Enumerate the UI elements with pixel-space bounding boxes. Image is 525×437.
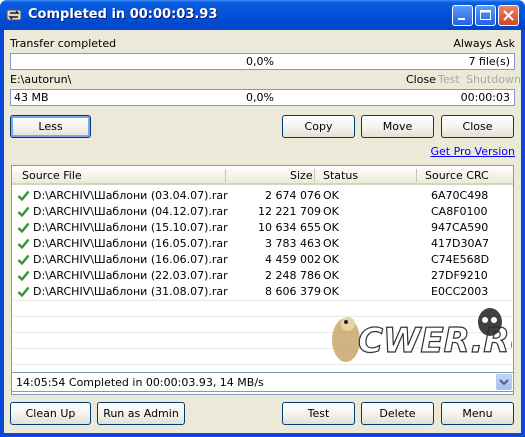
overall-progress-percent: 0,0% bbox=[246, 55, 274, 68]
test-button[interactable]: Test bbox=[282, 402, 355, 425]
title-bar[interactable]: Completed in 00:00:03.93 bbox=[0, 0, 525, 30]
menu-button[interactable]: Menu bbox=[441, 402, 514, 425]
shutdown-when-done-option[interactable]: Shutdown bbox=[466, 73, 521, 86]
minimize-icon bbox=[458, 18, 465, 20]
log-selected-entry: 14:05:54 Completed in 00:00:03.93, 14 MB… bbox=[16, 376, 264, 389]
row-source-file: D:\ARCHIV\Шаблони (16.05.07).rar bbox=[33, 237, 228, 250]
test-when-done-option[interactable]: Test bbox=[438, 73, 460, 86]
row-source-crc: 27DF9210 bbox=[431, 269, 488, 282]
row-status: OK bbox=[323, 205, 339, 218]
row-source-file: D:\ARCHIV\Шаблони (03.04.07).rar bbox=[33, 189, 228, 202]
row-source-file: D:\ARCHIV\Шаблони (04.12.07).rar bbox=[33, 205, 228, 218]
file-progress-percent: 0,0% bbox=[246, 91, 274, 104]
row-size: 8 606 379 bbox=[265, 285, 321, 298]
column-divider[interactable] bbox=[314, 169, 315, 182]
chevron-down-icon bbox=[499, 379, 509, 386]
row-source-crc: 417D30A7 bbox=[431, 237, 489, 250]
table-row[interactable]: D:\ARCHIV\Шаблони (15.10.07).rar 10 634 6… bbox=[12, 220, 513, 236]
move-button[interactable]: Move bbox=[361, 115, 434, 138]
get-pro-version-link[interactable]: Get Pro Version bbox=[431, 145, 516, 158]
row-source-crc: 947CA590 bbox=[431, 221, 489, 234]
copy-button[interactable]: Copy bbox=[282, 115, 355, 138]
dropdown-button[interactable] bbox=[496, 374, 512, 390]
column-size[interactable]: Size bbox=[290, 169, 313, 182]
maximize-button[interactable] bbox=[475, 5, 496, 26]
table-row[interactable]: D:\ARCHIV\Шаблони (04.12.07).rar 12 221 7… bbox=[12, 204, 513, 220]
delete-button[interactable]: Delete bbox=[361, 402, 434, 425]
column-source-crc[interactable]: Source CRC bbox=[425, 169, 489, 182]
column-divider[interactable] bbox=[416, 169, 417, 182]
row-source-file: D:\ARCHIV\Шаблони (16.06.07).rar bbox=[33, 253, 228, 266]
check-icon bbox=[17, 270, 30, 282]
table-row[interactable]: D:\ARCHIV\Шаблони (16.06.07).rar 4 459 00… bbox=[12, 252, 513, 268]
app-window: Completed in 00:00:03.93 Transfer comple… bbox=[0, 0, 525, 437]
row-source-file: D:\ARCHIV\Шаблони (22.03.07).rar bbox=[33, 269, 228, 282]
close-button[interactable]: Close bbox=[441, 115, 514, 138]
close-when-done-option[interactable]: Close bbox=[406, 73, 436, 86]
row-status: OK bbox=[323, 237, 339, 250]
minimize-button[interactable] bbox=[452, 5, 473, 26]
less-button[interactable]: Less bbox=[10, 115, 91, 138]
column-divider[interactable] bbox=[225, 169, 226, 182]
transfer-status-label: Transfer completed bbox=[10, 37, 117, 50]
row-source-file: D:\ARCHIV\Шаблони (15.10.07).rar bbox=[33, 221, 228, 234]
row-status: OK bbox=[323, 189, 339, 202]
maximize-icon bbox=[480, 10, 491, 20]
column-status[interactable]: Status bbox=[323, 169, 358, 182]
row-size: 4 459 002 bbox=[265, 253, 321, 266]
log-dropdown[interactable]: 14:05:54 Completed in 00:00:03.93, 14 MB… bbox=[11, 372, 514, 392]
elapsed-time: 00:00:03 bbox=[460, 91, 510, 104]
close-window-button[interactable] bbox=[498, 5, 519, 26]
table-row[interactable]: D:\ARCHIV\Шаблони (22.03.07).rar 2 248 78… bbox=[12, 268, 513, 284]
transfer-size: 43 MB bbox=[14, 91, 49, 104]
row-source-crc: CA8F0100 bbox=[431, 205, 488, 218]
current-path: E:\autorun\ bbox=[10, 73, 72, 86]
window-title: Completed in 00:00:03.93 bbox=[28, 7, 218, 22]
row-status: OK bbox=[323, 285, 339, 298]
check-icon bbox=[17, 190, 30, 202]
run-as-admin-button[interactable]: Run as Admin bbox=[97, 402, 185, 425]
check-icon bbox=[17, 238, 30, 250]
file-progress-bar: 43 MB 0,0% 00:00:03 bbox=[10, 89, 515, 106]
clean-up-button[interactable]: Clean Up bbox=[10, 402, 91, 425]
cwer-watermark-logo: CWER.RU bbox=[332, 308, 512, 362]
files-count: 7 file(s) bbox=[468, 55, 510, 68]
always-ask-option[interactable]: Always Ask bbox=[453, 37, 515, 50]
file-list-header: Source File Size Status Source CRC bbox=[12, 166, 513, 185]
row-status: OK bbox=[323, 269, 339, 282]
row-size: 2 674 076 bbox=[265, 189, 321, 202]
row-source-crc: 6A70C498 bbox=[431, 189, 489, 202]
client-area: Transfer completed Always Ask 0,0% 7 fil… bbox=[4, 30, 521, 433]
table-row[interactable]: D:\ARCHIV\Шаблони (16.05.07).rar 3 783 46… bbox=[12, 236, 513, 252]
check-icon bbox=[17, 286, 30, 298]
row-size: 12 221 709 bbox=[258, 205, 321, 218]
row-source-file: D:\ARCHIV\Шаблони (31.08.07).rar bbox=[33, 285, 228, 298]
table-row[interactable]: D:\ARCHIV\Шаблони (03.04.07).rar 2 674 07… bbox=[12, 188, 513, 204]
close-icon bbox=[503, 10, 514, 21]
column-source-file[interactable]: Source File bbox=[22, 169, 82, 182]
row-size: 10 634 655 bbox=[258, 221, 321, 234]
row-size: 3 783 463 bbox=[265, 237, 321, 250]
table-row[interactable]: D:\ARCHIV\Шаблони (31.08.07).rar 8 606 37… bbox=[12, 284, 513, 300]
row-source-crc: E0CC2003 bbox=[431, 285, 489, 298]
row-size: 2 248 786 bbox=[265, 269, 321, 282]
row-status: OK bbox=[323, 253, 339, 266]
check-icon bbox=[17, 254, 30, 266]
overall-progress-bar: 0,0% 7 file(s) bbox=[10, 53, 515, 70]
row-status: OK bbox=[323, 221, 339, 234]
check-icon bbox=[17, 206, 30, 218]
row-source-crc: C74E568D bbox=[431, 253, 490, 266]
app-icon bbox=[6, 9, 22, 21]
check-icon bbox=[17, 222, 30, 234]
